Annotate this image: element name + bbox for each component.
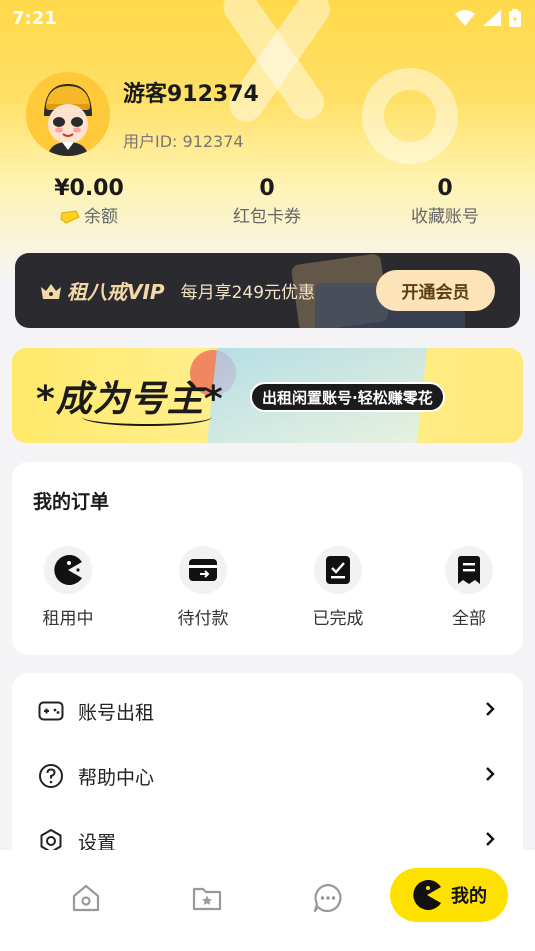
owner-banner-swoosh [82, 408, 212, 426]
order-all-label: 全部 [452, 609, 486, 629]
vip-logo-text: 租八戒VIP [67, 280, 165, 304]
receipt-icon [458, 556, 480, 584]
nav-mine-label: 我的 [451, 886, 487, 907]
order-renting[interactable]: 租用中 [23, 546, 113, 629]
avatar[interactable] [26, 72, 110, 156]
menu-item-rent-account-label: 账号出租 [78, 701, 155, 724]
coin-icon [60, 210, 80, 224]
stat-favorites[interactable]: 0 收藏账号 [365, 176, 525, 228]
stat-coupons[interactable]: 0 红包卡券 [187, 176, 347, 228]
open-vip-button[interactable]: 开通会员 [376, 270, 495, 311]
nav-favorites[interactable] [187, 878, 227, 918]
gamepad-icon [38, 701, 64, 721]
my-orders-card: 我的订单 租用中 待付款 已完成 全部 [12, 462, 523, 655]
status-icons [455, 9, 521, 27]
decorative-ring-shape [362, 68, 458, 164]
menu-card: 账号出租 帮助中心 设置 [12, 673, 523, 873]
crown-icon [41, 283, 61, 299]
pacman-icon [54, 555, 82, 585]
pacman-icon [413, 880, 441, 910]
stat-balance[interactable]: ¥0.00 余额 [9, 176, 169, 228]
chevron-right-icon [486, 832, 495, 846]
status-bar: 7:21 [0, 0, 535, 36]
nav-messages[interactable] [308, 878, 348, 918]
nav-mine-active[interactable]: 我的 [390, 868, 508, 922]
order-all[interactable]: 全部 [424, 546, 514, 629]
menu-item-help-center-label: 帮助中心 [78, 766, 155, 789]
avatar-character-icon [26, 72, 110, 156]
completed-icon [326, 556, 350, 584]
stat-balance-label: 余额 [84, 207, 118, 227]
order-pending-payment-label: 待付款 [177, 609, 229, 629]
orders-title: 我的订单 [33, 491, 110, 513]
help-icon [39, 764, 63, 788]
status-time: 7:21 [12, 7, 57, 29]
wifi-icon [455, 10, 475, 26]
wallet-icon [189, 559, 217, 581]
user-id: 用户ID: 912374 [123, 132, 244, 151]
vip-logo: 租八戒VIP [39, 276, 165, 305]
home-icon [72, 884, 100, 912]
order-completed-label: 已完成 [312, 609, 364, 629]
chevron-right-icon [486, 702, 495, 716]
signal-icon [483, 10, 501, 26]
stat-coupons-label: 红包卡券 [233, 207, 301, 227]
order-pending-payment[interactable]: 待付款 [158, 546, 248, 629]
menu-item-rent-account[interactable]: 账号出租 [12, 679, 523, 743]
owner-banner-tag: 出租闲置账号·轻松赚零花 [250, 382, 445, 412]
chevron-right-icon [486, 767, 495, 781]
star-folder-icon [192, 887, 222, 911]
vip-banner[interactable]: 租八戒VIP 每月享249元优惠 开通会员 [15, 253, 520, 328]
profile-header[interactable]: 游客912374 用户ID: 912374 [26, 72, 259, 156]
stat-coupons-value: 0 [259, 176, 275, 201]
chat-icon [313, 883, 342, 913]
nav-home[interactable] [66, 878, 106, 918]
stat-favorites-value: 0 [437, 176, 453, 201]
bottom-nav: 我的 [0, 850, 535, 951]
stats-row: ¥0.00 余额 0 红包卡券 0 收藏账号 [0, 176, 535, 232]
order-renting-label: 租用中 [42, 609, 94, 629]
stat-favorites-label: 收藏账号 [411, 207, 479, 227]
battery-icon [509, 9, 521, 27]
stat-balance-value: ¥0.00 [54, 176, 124, 201]
menu-item-help-center[interactable]: 帮助中心 [12, 744, 523, 808]
vip-description: 每月享249元优惠 [180, 283, 316, 303]
username: 游客912374 [123, 82, 259, 107]
become-owner-banner[interactable]: *成为号主* 出租闲置账号·轻松赚零花 [12, 348, 523, 443]
order-completed[interactable]: 已完成 [293, 546, 383, 629]
